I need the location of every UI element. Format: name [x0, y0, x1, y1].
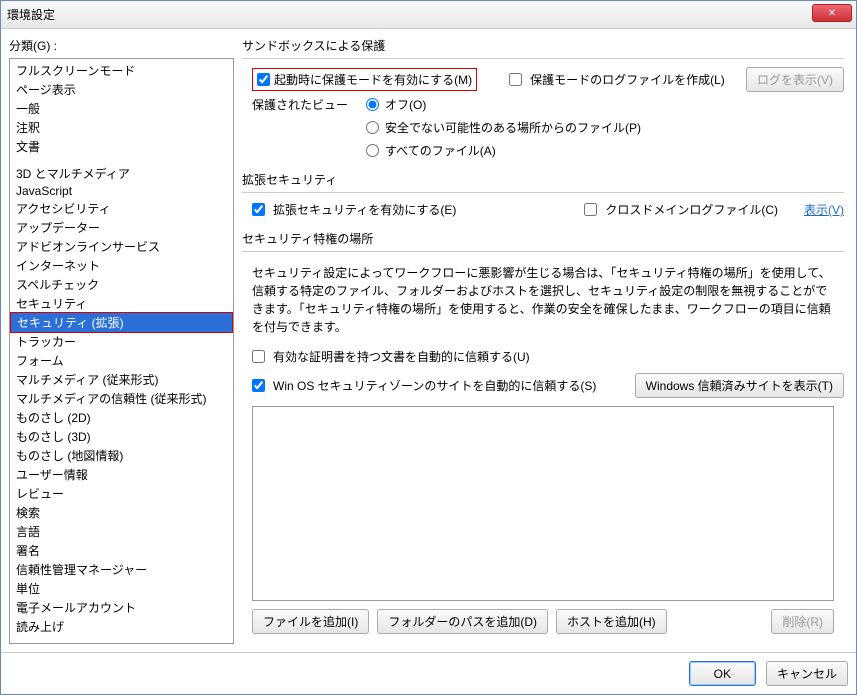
create-log-checkbox[interactable] [509, 73, 522, 86]
protected-view-unsafe-radio[interactable] [366, 121, 379, 134]
protected-view-label: 保護されたビュー [252, 96, 348, 113]
category-item[interactable]: ものさし (3D) [10, 427, 233, 446]
category-item[interactable]: スペルチェック [10, 275, 233, 294]
category-item[interactable]: アドビオンラインサービス [10, 237, 233, 256]
category-item[interactable]: セキュリティ (拡張) [10, 312, 233, 333]
add-file-button[interactable]: ファイルを追加(I) [252, 609, 369, 634]
crossdomain-checkbox[interactable] [584, 203, 597, 216]
category-label: 分類(G) : [9, 37, 234, 54]
close-icon[interactable]: ✕ [812, 4, 852, 22]
ok-button[interactable]: OK [689, 661, 756, 686]
titlebar: 環境設定 ✕ [1, 1, 856, 29]
category-item[interactable]: 3D とマルチメディア [10, 164, 233, 183]
enhanced-enable-checkbox[interactable] [252, 203, 265, 216]
category-item[interactable]: 注釈 [10, 118, 233, 137]
crossdomain-label[interactable]: クロスドメインログファイル(C) [605, 201, 778, 218]
create-log-label[interactable]: 保護モードのログファイルを作成(L) [530, 71, 725, 88]
category-item[interactable]: 検索 [10, 503, 233, 522]
category-item[interactable]: 電子メールアカウント [10, 598, 233, 617]
category-item[interactable]: 信頼性管理マネージャー [10, 560, 233, 579]
category-item[interactable]: ユーザー情報 [10, 465, 233, 484]
category-item[interactable]: 単位 [10, 579, 233, 598]
priv-description: セキュリティ設定によってワークフローに悪影響が生じる場合は、「セキュリティ特権の… [252, 264, 834, 336]
show-log-button[interactable]: ログを表示(V) [746, 67, 844, 92]
window-title: 環境設定 [7, 6, 55, 23]
category-item[interactable]: ものさし (地図情報) [10, 446, 233, 465]
category-item[interactable]: 読み上げ [10, 617, 233, 636]
category-item[interactable]: アップデーター [10, 218, 233, 237]
category-item[interactable]: フルスクリーンモード [10, 61, 233, 80]
sandbox-group-title: サンドボックスによる保護 [242, 37, 844, 54]
priv-group-title: セキュリティ特権の場所 [242, 230, 844, 247]
category-item[interactable]: 一般 [10, 99, 233, 118]
trust-winos-label[interactable]: Win OS セキュリティゾーンのサイトを自動的に信頼する(S) [273, 377, 596, 394]
category-item[interactable]: インターネット [10, 256, 233, 275]
category-item[interactable]: フォーム [10, 351, 233, 370]
category-item[interactable]: アクセシビリティ [10, 199, 233, 218]
category-item[interactable]: マルチメディアの信頼性 (従来形式) [10, 389, 233, 408]
enable-protected-label[interactable]: 起動時に保護モードを有効にする(M) [274, 71, 472, 88]
protected-view-unsafe-label[interactable]: 安全でない可能性のある場所からのファイル(P) [385, 119, 641, 136]
category-item[interactable]: ものさし (2D) [10, 408, 233, 427]
show-trusted-sites-button[interactable]: Windows 信頼済みサイトを表示(T) [635, 373, 844, 398]
cancel-button[interactable]: キャンセル [766, 661, 848, 686]
category-list[interactable]: フルスクリーンモードページ表示一般注釈文書 3D とマルチメディアJavaScri… [9, 58, 234, 644]
protected-view-off-label[interactable]: オフ(O) [385, 96, 426, 113]
dialog-footer: OK キャンセル [1, 652, 856, 694]
enhanced-show-link[interactable]: 表示(V) [804, 201, 844, 218]
category-item[interactable]: ページ表示 [10, 80, 233, 99]
preferences-dialog: 環境設定 ✕ 分類(G) : フルスクリーンモードページ表示一般注釈文書 3D と… [0, 0, 857, 695]
add-host-button[interactable]: ホストを追加(H) [556, 609, 667, 634]
category-item[interactable]: 言語 [10, 522, 233, 541]
trust-winos-checkbox[interactable] [252, 379, 265, 392]
category-item[interactable]: 文書 [10, 137, 233, 156]
protected-view-all-label[interactable]: すべてのファイル(A) [385, 142, 496, 159]
trust-cert-label[interactable]: 有効な証明書を持つ文書を自動的に信頼する(U) [273, 348, 530, 365]
enhanced-enable-label[interactable]: 拡張セキュリティを有効にする(E) [273, 201, 456, 218]
category-item[interactable]: トラッカー [10, 332, 233, 351]
protected-view-all-radio[interactable] [366, 144, 379, 157]
remove-button[interactable]: 削除(R) [771, 609, 834, 634]
privileged-locations-list[interactable] [252, 406, 834, 601]
trust-cert-checkbox[interactable] [252, 350, 265, 363]
category-item[interactable]: マルチメディア (従来形式) [10, 370, 233, 389]
enable-protected-highlight: 起動時に保護モードを有効にする(M) [252, 68, 477, 91]
enable-protected-checkbox[interactable] [257, 73, 270, 86]
add-folder-button[interactable]: フォルダーのパスを追加(D) [377, 609, 548, 634]
category-item[interactable]: 署名 [10, 541, 233, 560]
category-item[interactable]: レビュー [10, 484, 233, 503]
protected-view-off-radio[interactable] [366, 98, 379, 111]
enhanced-group-title: 拡張セキュリティ [242, 171, 844, 188]
category-item[interactable]: JavaScript [10, 183, 233, 199]
category-item[interactable]: セキュリティ [10, 294, 233, 313]
